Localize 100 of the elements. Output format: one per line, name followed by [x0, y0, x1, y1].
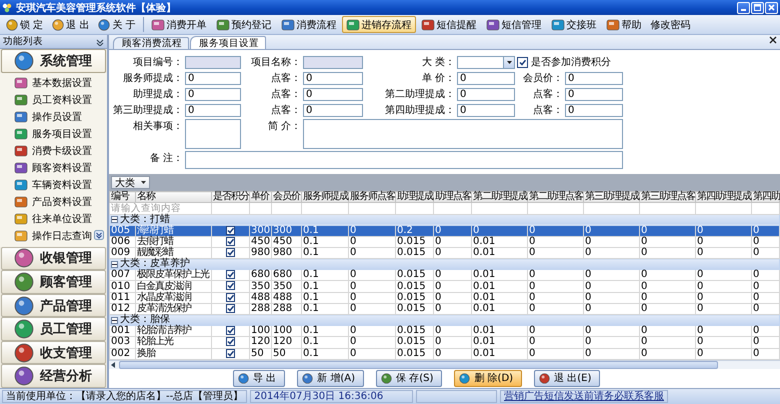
- nav-item[interactable]: 服务项目设置: [14, 126, 107, 143]
- toolbar-button[interactable]: 帮助: [602, 16, 646, 33]
- column-header[interactable]: 单价: [250, 192, 272, 202]
- toolbar-button[interactable]: 消费开单: [146, 16, 211, 33]
- column-header[interactable]: 助理点客: [434, 192, 472, 202]
- expand-toggle[interactable]: [111, 316, 118, 324]
- text-area[interactable]: [185, 119, 241, 149]
- nav-group-button[interactable]: 经营分析: [1, 364, 106, 388]
- close-button[interactable]: [765, 2, 778, 14]
- table-row[interactable]: 005 海绵打蜡 300 300 0.1 0 0.2 0 0 0 0 0 0 0: [110, 225, 780, 236]
- toolbar-button[interactable]: 修改密码: [646, 16, 695, 33]
- nav-group-button[interactable]: 顾客管理: [1, 270, 106, 294]
- toolbar-button[interactable]: 退 出: [48, 16, 94, 33]
- toolbar-button[interactable]: 进销存流程: [342, 16, 416, 33]
- action-button[interactable]: 退 出(E): [534, 370, 600, 387]
- action-button[interactable]: 新 增(A): [297, 370, 364, 387]
- input-field[interactable]: 0: [185, 88, 241, 100]
- input-field[interactable]: 0: [457, 104, 515, 116]
- input-field[interactable]: 0: [457, 88, 515, 100]
- column-header[interactable]: 第四助: [752, 192, 780, 202]
- text-area[interactable]: [185, 151, 623, 169]
- table-row[interactable]: 003 轮胎上光 120 120 0.1 0 0.015 0 0.01 0 0 0 0 0: [110, 336, 780, 348]
- input-field[interactable]: [303, 56, 363, 68]
- nav-item[interactable]: 员工资料设置: [14, 92, 107, 109]
- column-header[interactable]: 会员价: [272, 192, 302, 202]
- expand-toggle[interactable]: [111, 216, 118, 223]
- minimize-button[interactable]: [737, 2, 750, 14]
- input-field[interactable]: 0: [303, 88, 363, 100]
- column-header[interactable]: 第二助理点客: [528, 192, 584, 202]
- table-row[interactable]: 010 白金真皮滋润 350 350 0.1 0 0.015 0 0.01 0 0 0 0 0: [110, 280, 780, 292]
- input-field[interactable]: [185, 56, 241, 68]
- nav-item[interactable]: 操作日志查询: [14, 228, 107, 245]
- nav-item[interactable]: 基本数据设置: [14, 74, 107, 92]
- input-field[interactable]: 0: [185, 104, 241, 116]
- nav-group-button[interactable]: 收银管理: [1, 246, 106, 270]
- nav-item[interactable]: 操作员设置: [14, 108, 107, 126]
- input-field[interactable]: 0: [303, 104, 363, 116]
- group-by-button[interactable]: 大类: [111, 176, 150, 189]
- close-icon[interactable]: [769, 36, 777, 44]
- maximize-button[interactable]: [751, 2, 764, 14]
- checkbox[interactable]: [226, 326, 235, 336]
- scrollbar-thumb[interactable]: [119, 360, 718, 369]
- column-header[interactable]: 第三助理提成: [584, 192, 640, 202]
- column-header[interactable]: 服务师点客: [348, 192, 396, 202]
- nav-item[interactable]: 消费卡级设置: [14, 142, 107, 160]
- dropdown-button[interactable]: [503, 56, 514, 68]
- table-row[interactable]: 007 极限皮革保护上光 680 680 0.1 0 0.015 0 0.01 0 0 0 0 0: [110, 270, 780, 281]
- scroll-down-icon[interactable]: [94, 230, 104, 240]
- nav-item[interactable]: 顾客资料设置: [14, 160, 107, 177]
- table-row[interactable]: 011 水晶皮革滋润 488 488 0.1 0 0.015 0 0.01 0 0 0 0 0: [110, 292, 780, 304]
- text-area[interactable]: [303, 119, 623, 149]
- column-header[interactable]: 第二助理提成: [472, 192, 528, 202]
- checkbox[interactable]: [226, 337, 235, 346]
- field-label: 点客：: [270, 88, 301, 101]
- dropdown-field[interactable]: [457, 56, 515, 68]
- minus-icon: [112, 262, 117, 267]
- nav-item[interactable]: 产品资料设置: [14, 194, 107, 211]
- expand-toggle[interactable]: [111, 260, 118, 268]
- column-header[interactable]: 服务师提成: [302, 192, 348, 202]
- nav-item[interactable]: 往来单位设置: [14, 210, 107, 228]
- status-link[interactable]: 营销广告短信发送前请务必联系客服: [500, 390, 668, 403]
- nav-item[interactable]: 车辆资料设置: [14, 176, 107, 194]
- input-field[interactable]: 0: [565, 72, 623, 84]
- toolbar-button[interactable]: 预约登记: [212, 16, 276, 33]
- table-cell: 0: [528, 292, 584, 304]
- column-header[interactable]: 第三助理点客: [640, 192, 696, 202]
- input-field[interactable]: 0: [457, 72, 515, 84]
- toolbar-button[interactable]: 消费流程: [276, 16, 341, 33]
- column-header[interactable]: 第四助理提成: [696, 192, 752, 202]
- nav-group-button[interactable]: 员工管理: [1, 317, 106, 341]
- nav-group-button[interactable]: 系统管理: [1, 49, 106, 73]
- input-field[interactable]: 0: [185, 72, 241, 84]
- input-field[interactable]: 0: [303, 72, 363, 84]
- table-row[interactable]: 001 轮胎清洁养护 100 100 0.1 0 0.015 0 0.01 0 0 0 0 0: [110, 326, 780, 337]
- column-header[interactable]: 编号: [110, 192, 136, 202]
- column-header[interactable]: 是否积分: [212, 192, 250, 202]
- input-field[interactable]: 0: [565, 104, 623, 116]
- toolbar-button[interactable]: 短信提醒: [416, 16, 481, 33]
- tab[interactable]: 服务项目设置: [190, 36, 266, 49]
- column-header[interactable]: 名称: [136, 192, 212, 202]
- nav-group-button[interactable]: 产品管理: [1, 294, 106, 318]
- checkbox[interactable]: [517, 56, 528, 68]
- toolbar-button[interactable]: 锁 定: [2, 16, 48, 33]
- checkbox[interactable]: [226, 270, 235, 280]
- input-field[interactable]: 0: [565, 88, 623, 100]
- column-header[interactable]: 助理提成: [396, 192, 434, 202]
- scroll-left-icon[interactable]: [111, 362, 116, 368]
- toolbar-button[interactable]: 交接班: [546, 16, 601, 33]
- table-cell: 680: [250, 270, 272, 281]
- action-button[interactable]: 删 除(D): [454, 370, 522, 387]
- action-button[interactable]: 导 出: [233, 370, 286, 387]
- table-row[interactable]: 006 去痕打蜡 450 450 0.1 0 0.015 0 0.01 0 0 0 0 0: [110, 236, 780, 248]
- toolbar-button[interactable]: 关 于: [94, 16, 140, 33]
- nav-group-button[interactable]: 收支管理: [1, 340, 106, 364]
- chevron-icon[interactable]: [96, 38, 104, 46]
- table-row[interactable]: 002 换胎 50 50 0.1 0 0.015 0 0.01 0 0 0 0 0: [110, 348, 780, 360]
- toolbar-button[interactable]: 短信管理: [482, 16, 546, 33]
- checkbox[interactable]: [226, 281, 235, 290]
- tab[interactable]: 顾客消费流程: [113, 37, 189, 49]
- action-button[interactable]: 保 存(S): [376, 370, 442, 387]
